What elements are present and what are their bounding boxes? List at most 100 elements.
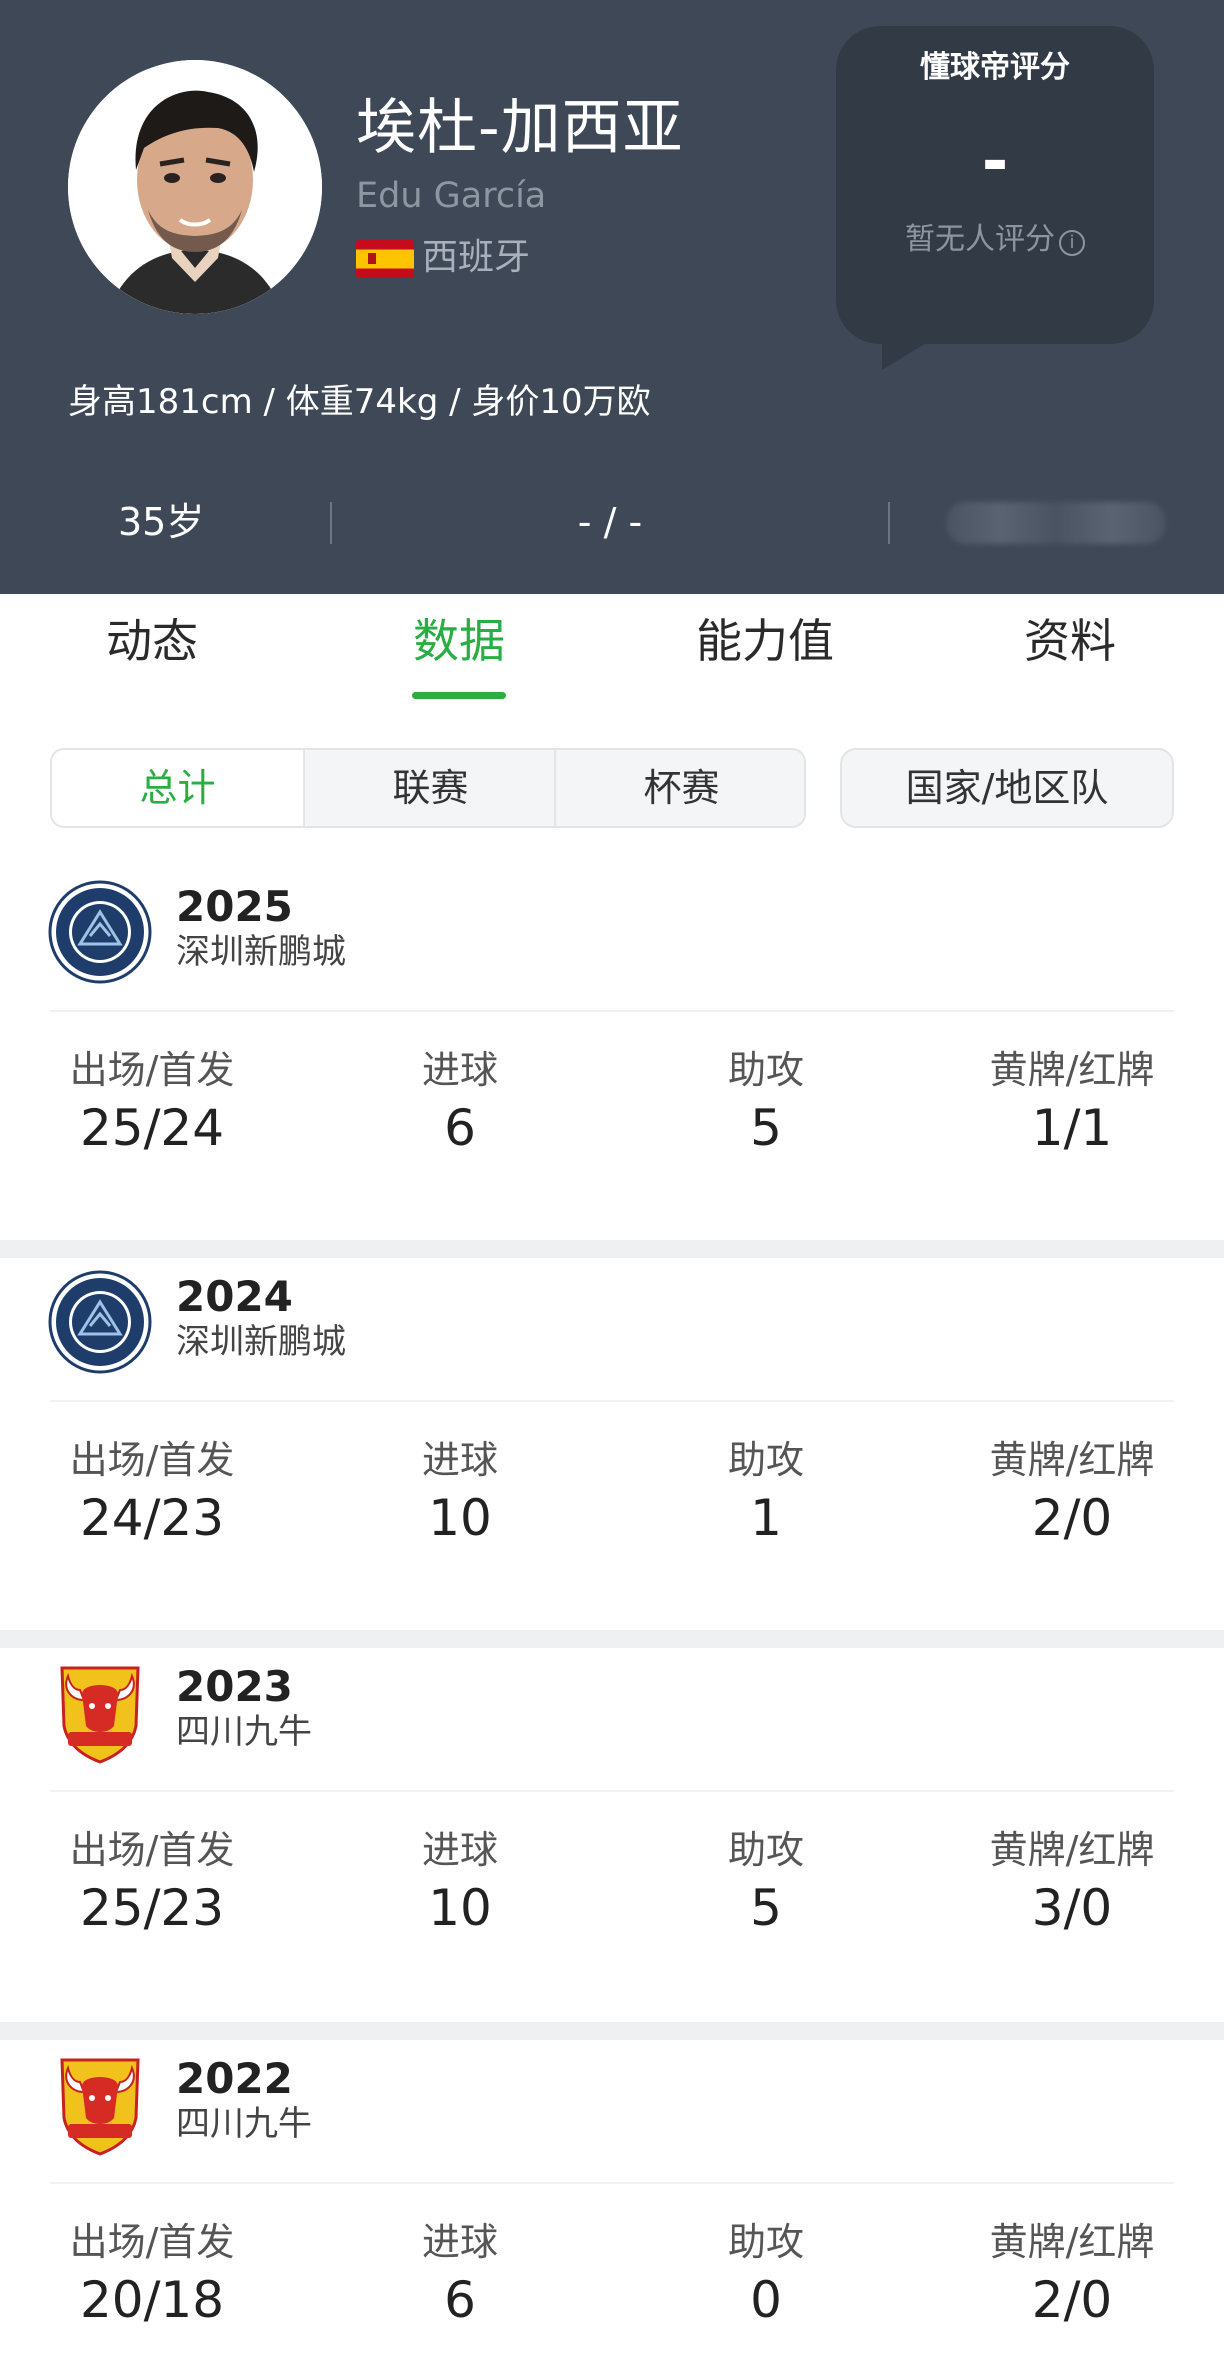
filter-cup[interactable]: 杯赛	[556, 750, 804, 826]
stat-label: 助攻	[727, 1438, 804, 1482]
tab-data[interactable]: 数据	[399, 610, 519, 672]
stat-value: 5	[750, 1879, 782, 1937]
stat-value: 1	[750, 1489, 782, 1547]
stat-assists: 助攻 5	[636, 1824, 896, 1940]
season-gap	[0, 1240, 1224, 1258]
tab-profile[interactable]: 资料	[1010, 610, 1130, 672]
stat-apps: 出场/首发 25/24	[22, 1044, 282, 1160]
stat-value: 0	[750, 2271, 782, 2329]
player-physical-info: 身高181cm / 体重74kg / 身价10万欧	[68, 382, 651, 422]
stat-label: 出场/首发	[69, 1048, 235, 1092]
season-card[interactable]: 2024 深圳新鹏城出场/首发 24/23 进球 10 助攻 1 黄牌/红牌 2/0	[0, 1258, 1224, 1630]
season-year: 2024	[176, 1272, 293, 1321]
season-divider	[50, 1010, 1174, 1012]
season-divider	[50, 1790, 1174, 1792]
rating-card[interactable]: 懂球帝评分 - 暂无人评分 i	[836, 26, 1154, 344]
player-nationality: 西班牙	[422, 237, 531, 278]
season-year: 2022	[176, 2054, 293, 2103]
stat-label: 出场/首发	[69, 1828, 235, 1872]
stat-value: 6	[444, 2271, 476, 2329]
stat-assists: 助攻 1	[636, 1434, 896, 1550]
stat-value: 20/18	[79, 2271, 225, 2329]
stat-value: 25/23	[79, 1879, 225, 1937]
info-icon[interactable]: i	[1059, 230, 1085, 256]
stat-goals: 进球 6	[330, 2216, 590, 2332]
competition-filter: 总计 联赛 杯赛	[50, 748, 806, 828]
stat-value: 24/23	[79, 1489, 225, 1547]
season-divider	[50, 2182, 1174, 2184]
stat-label: 助攻	[727, 2220, 804, 2264]
filter-national-team[interactable]: 国家/地区队	[840, 748, 1174, 828]
stat-value: 10	[428, 1489, 492, 1547]
stat-value: 6	[444, 1099, 476, 1157]
sichuan-jiuniu-logo-icon	[48, 1660, 152, 1764]
season-card[interactable]: 2022 四川九牛出场/首发 20/18 进球 6 助攻 0 黄牌/红牌 2/0	[0, 2040, 1224, 2364]
stat-goals: 进球 10	[330, 1434, 590, 1550]
stat-value: 2/0	[1031, 1489, 1113, 1547]
stats-divider	[330, 502, 332, 544]
stats-divider	[888, 502, 890, 544]
stat-label: 黄牌/红牌	[989, 1438, 1155, 1482]
stat-cards: 黄牌/红牌 1/1	[942, 1044, 1202, 1160]
stat-label: 进球	[421, 1048, 498, 1092]
stat-value: 2/0	[1031, 2271, 1113, 2329]
stat-value: 10	[428, 1879, 492, 1937]
stat-apps: 出场/首发 25/23	[22, 1824, 282, 1940]
season-card[interactable]: 2023 四川九牛出场/首发 25/23 进球 10 助攻 5 黄牌/红牌 3/0	[0, 1648, 1224, 2020]
stat-value: 1/1	[1031, 1099, 1113, 1157]
stat-assists: 助攻 0	[636, 2216, 896, 2332]
stat-cards: 黄牌/红牌 3/0	[942, 1824, 1202, 1940]
stat-assists: 助攻 5	[636, 1044, 896, 1160]
hero-stats-row: 35岁 - / -	[0, 484, 1224, 564]
season-club: 深圳新鹏城	[176, 1322, 346, 1362]
stat-apps: 出场/首发 24/23	[22, 1434, 282, 1550]
season-club: 四川九牛	[176, 1712, 312, 1752]
rating-note-text: 暂无人评分	[905, 222, 1055, 257]
player-mid-stat: - / -	[577, 500, 643, 544]
season-gap	[0, 2022, 1224, 2040]
stat-label: 进球	[421, 2220, 498, 2264]
spain-flag-icon	[356, 240, 414, 278]
sichuan-jiuniu-logo-icon	[48, 2052, 152, 2156]
stat-goals: 进球 6	[330, 1044, 590, 1160]
season-gap	[0, 1630, 1224, 1648]
stat-value: 3/0	[1031, 1879, 1113, 1937]
rating-note: 暂无人评分 i	[836, 218, 1154, 262]
season-year: 2023	[176, 1662, 293, 1711]
season-divider	[50, 1400, 1174, 1402]
rating-title: 懂球帝评分	[920, 50, 1070, 85]
player-header: 埃杜-加西亚 Edu García 西班牙 懂球帝评分 - 暂无人评分 i 身高1…	[0, 0, 1224, 594]
active-tab-indicator	[412, 692, 506, 699]
stat-value: 25/24	[79, 1099, 225, 1157]
season-year: 2025	[176, 882, 293, 931]
stat-label: 助攻	[727, 1828, 804, 1872]
stat-label: 黄牌/红牌	[989, 1828, 1155, 1872]
stat-apps: 出场/首发 20/18	[22, 2216, 282, 2332]
tab-news[interactable]: 动态	[92, 610, 212, 672]
stat-goals: 进球 10	[330, 1824, 590, 1940]
profile-tabs: 动态 数据 能力值 资料	[0, 594, 1224, 704]
tab-ability[interactable]: 能力值	[680, 610, 850, 672]
season-club: 四川九牛	[176, 2104, 312, 2144]
stat-value: 5	[750, 1099, 782, 1157]
stat-label: 进球	[421, 1828, 498, 1872]
stat-label: 助攻	[727, 1048, 804, 1092]
rating-value: -	[981, 125, 1009, 199]
player-portrait-icon	[68, 60, 322, 314]
blurred-stat	[946, 502, 1166, 544]
player-name-english: Edu García	[356, 176, 547, 216]
stat-label: 黄牌/红牌	[989, 1048, 1155, 1092]
shenzhen-peng-city-logo-icon	[48, 1270, 152, 1374]
stat-label: 进球	[421, 1438, 498, 1482]
stat-label: 出场/首发	[69, 2220, 235, 2264]
player-avatar	[68, 60, 322, 314]
filter-total[interactable]: 总计	[52, 750, 303, 826]
player-name: 埃杜-加西亚	[356, 93, 684, 163]
filter-league[interactable]: 联赛	[305, 750, 556, 826]
season-club: 深圳新鹏城	[176, 932, 346, 972]
shenzhen-peng-city-logo-icon	[48, 880, 152, 984]
stat-label: 黄牌/红牌	[989, 2220, 1155, 2264]
player-age: 35岁	[118, 500, 205, 544]
season-card[interactable]: 2025 深圳新鹏城出场/首发 25/24 进球 6 助攻 5 黄牌/红牌 1/1	[0, 868, 1224, 1240]
stat-label: 出场/首发	[69, 1438, 235, 1482]
